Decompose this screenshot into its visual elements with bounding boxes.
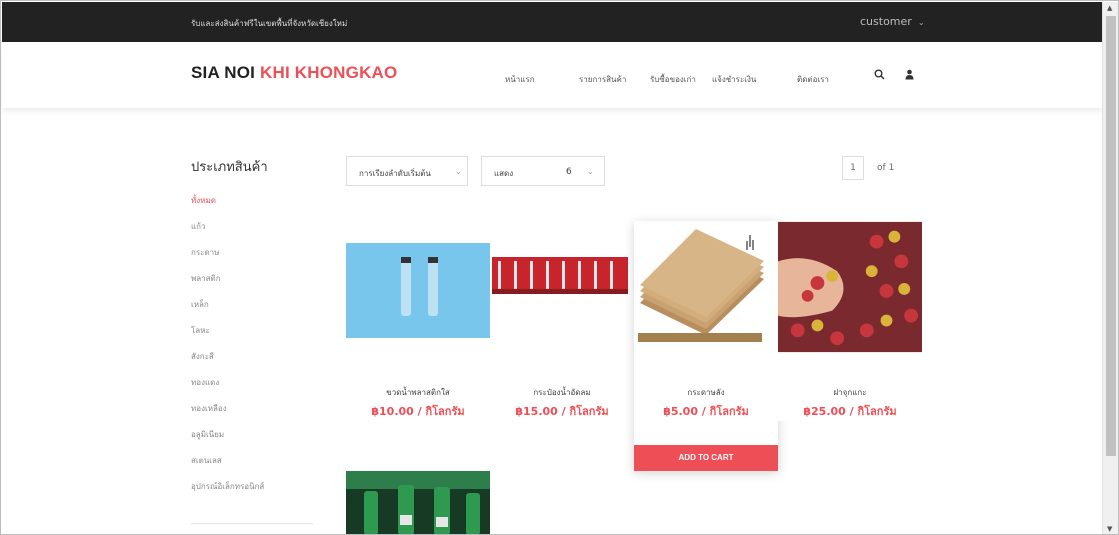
nav-home[interactable]: หน้าแรก bbox=[505, 73, 535, 86]
add-to-cart-button[interactable]: ADD TO CART bbox=[634, 445, 778, 471]
site-header: SIA NOI KHI KHONGKAO หน้าแรก รายการสินค้… bbox=[2, 42, 1102, 108]
category-item-aluminium[interactable]: อลูมิเนียม bbox=[191, 428, 224, 441]
product-price: ฿5.00 / กิโลกรัม bbox=[663, 405, 749, 418]
category-item-iron[interactable]: เหล็ก bbox=[191, 298, 209, 311]
logo-text-accent: KHI KHONGKAO bbox=[260, 63, 398, 82]
browser-viewport: รับและส่งสินค้าฟรีในเขตพื้นที่จังหวัดเชี… bbox=[0, 0, 1119, 535]
nav-products[interactable]: รายการสินค้า bbox=[579, 73, 626, 86]
page-total: of 1 bbox=[877, 163, 894, 173]
chevron-down-icon: ⌄ bbox=[917, 18, 925, 27]
product-price: ฿15.00 / กิโลกรัม bbox=[515, 405, 609, 418]
logo-text-main: SIA NOI bbox=[191, 63, 256, 82]
product-name[interactable]: กระป๋องน้ำอัดลม bbox=[490, 386, 634, 399]
category-item-zinc[interactable]: สังกะสี bbox=[191, 350, 214, 363]
sort-select-value: การเรียงลำดับเริ่มต้น bbox=[359, 169, 431, 178]
sort-select[interactable]: การเรียงลำดับเริ่มต้น ⌄ bbox=[346, 156, 468, 186]
product-card[interactable]: กระดาษลัง ฿5.00 / กิโลกรัม ADD TO CART bbox=[634, 221, 778, 471]
category-item-electronics[interactable]: อุปกรณ์อิเล็กทรอนิกส์ bbox=[191, 480, 264, 493]
product-card[interactable]: กระป๋องน้ำอัดลม ฿15.00 / กิโลกรัม bbox=[490, 221, 634, 446]
search-icon[interactable] bbox=[874, 69, 885, 83]
customer-label: customer bbox=[860, 15, 912, 28]
customer-menu[interactable]: customer ⌄ bbox=[860, 15, 925, 28]
product-image[interactable] bbox=[634, 225, 778, 350]
page-total-value: 1 bbox=[888, 163, 895, 173]
top-bar: รับและส่งสินค้าฟรีในเขตพื้นที่จังหวัดเชี… bbox=[2, 2, 1102, 42]
page-number-input[interactable]: 1 bbox=[842, 156, 864, 180]
scrollbar-thumb[interactable] bbox=[1106, 16, 1116, 456]
category-item-glass[interactable]: แก้ว bbox=[191, 220, 206, 233]
show-count-select[interactable]: แสดง 6 ⌄ bbox=[481, 156, 605, 186]
product-name[interactable]: กระดาษลัง bbox=[634, 386, 778, 399]
product-image[interactable] bbox=[346, 243, 490, 338]
category-heading: ประเภทสินค้า bbox=[191, 160, 268, 175]
product-card[interactable]: ฝาจุกแกะ ฿25.00 / กิโลกรัม bbox=[778, 221, 922, 421]
category-item-metal[interactable]: โลหะ bbox=[191, 324, 210, 337]
category-item-brass[interactable]: ทองเหลือง bbox=[191, 402, 227, 415]
product-price: ฿25.00 / กิโลกรัม bbox=[803, 405, 897, 418]
user-icon[interactable] bbox=[905, 69, 914, 83]
chevron-down-icon: ⌄ bbox=[587, 167, 594, 176]
nav-payment[interactable]: แจ้งชำระเงิน bbox=[712, 73, 756, 86]
product-price: ฿10.00 / กิโลกรัม bbox=[371, 405, 465, 418]
vertical-scrollbar[interactable]: ▲ ▼ bbox=[1102, 2, 1118, 534]
shipping-notice: รับและส่งสินค้าฟรีในเขตพื้นที่จังหวัดเชี… bbox=[191, 19, 348, 28]
scroll-up-arrow-icon[interactable]: ▲ bbox=[1107, 4, 1112, 12]
page-of-label: of bbox=[877, 163, 886, 173]
site-logo[interactable]: SIA NOI KHI KHONGKAO bbox=[191, 63, 397, 83]
chevron-down-icon: ⌄ bbox=[455, 167, 462, 176]
category-item-all[interactable]: ทั้งหมด bbox=[191, 194, 216, 207]
nav-buy-used[interactable]: รับซื้อของเก่า bbox=[650, 73, 696, 86]
category-item-stainless[interactable]: สเตนเลส bbox=[191, 454, 222, 467]
product-image[interactable] bbox=[490, 243, 634, 303]
product-image[interactable] bbox=[346, 471, 490, 535]
sidebar-divider bbox=[191, 523, 313, 524]
show-count-value: 6 bbox=[566, 167, 572, 177]
product-name[interactable]: ฝาจุกแกะ bbox=[778, 386, 922, 399]
product-name[interactable]: ขวดน้ำพลาสติกใส bbox=[346, 386, 490, 399]
product-image[interactable] bbox=[778, 221, 922, 353]
nav-contact[interactable]: ติดต่อเรา bbox=[797, 73, 829, 86]
category-item-copper[interactable]: ทองแดง bbox=[191, 376, 219, 389]
category-item-paper[interactable]: กระดาษ bbox=[191, 246, 219, 259]
show-count-label: แสดง bbox=[494, 169, 514, 178]
product-card[interactable]: ขวดน้ำพลาสติกใส ฿10.00 / กิโลกรัม bbox=[346, 221, 490, 446]
scroll-down-arrow-icon[interactable]: ▼ bbox=[1107, 525, 1112, 533]
category-item-plastic[interactable]: พลาสติก bbox=[191, 272, 221, 285]
